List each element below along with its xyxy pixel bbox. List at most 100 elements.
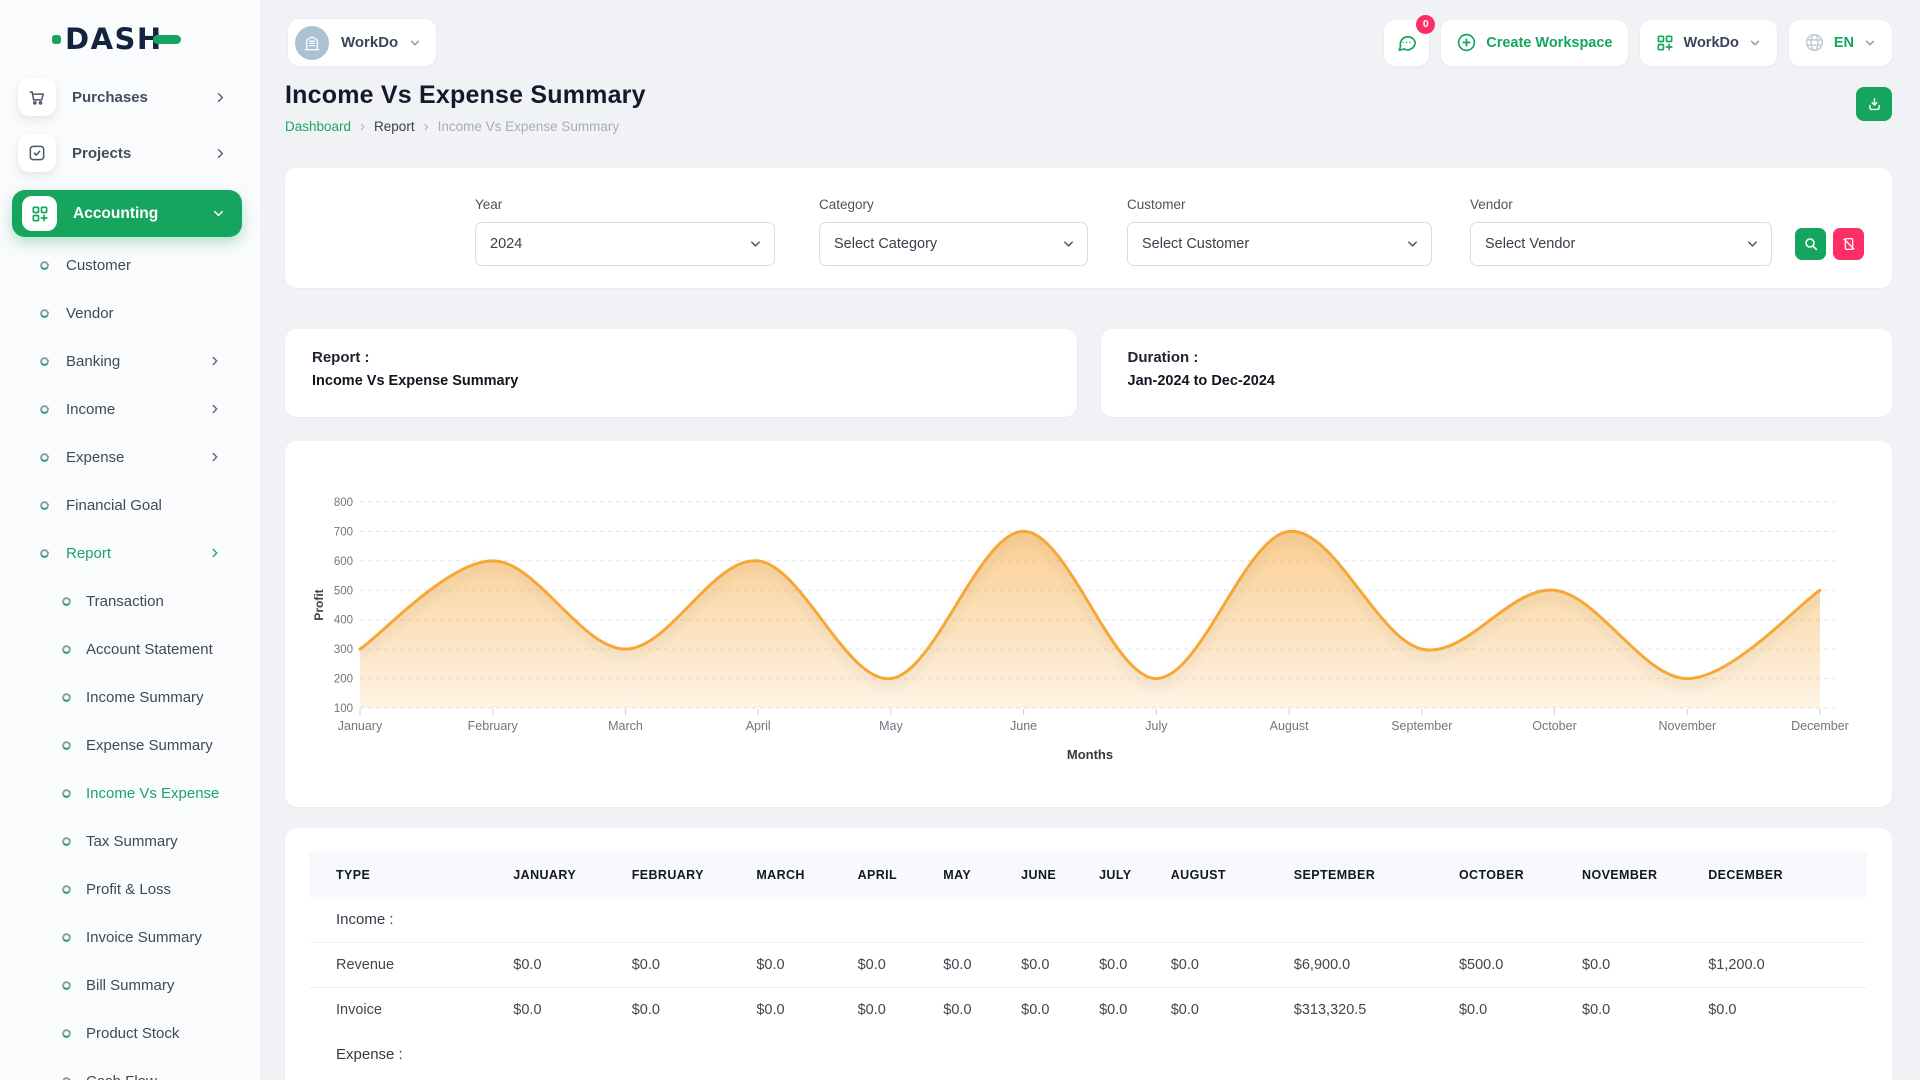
column-header-october: OCTOBER [1451, 852, 1574, 897]
breadcrumb-separator-icon: › [360, 119, 365, 134]
table-section-header: Expense : [309, 1032, 1867, 1077]
sidebar-item-label: Bill Summary [86, 977, 174, 994]
sidebar-item-accounting[interactable]: Accounting [12, 190, 242, 237]
sidebar-item-transaction[interactable]: Transaction [0, 577, 260, 625]
sidebar-item-cash-flow[interactable]: Cash Flow [0, 1057, 260, 1080]
profit-chart-card: 800700600500400300200100JanuaryFebruaryM… [285, 441, 1892, 807]
cell-value: $0.0 [1574, 942, 1700, 987]
brand-logo[interactable]: DASH [0, 0, 260, 56]
cell-value: $0.0 [505, 942, 623, 987]
sidebar-item-label: Expense [66, 449, 124, 466]
search-icon [1803, 236, 1819, 252]
summary-cards: Report : Income Vs Expense Summary Durat… [285, 329, 1892, 417]
sidebar-item-purchases[interactable]: Purchases [18, 78, 234, 116]
main-area: WorkDo 0 Create Workspace [260, 0, 1920, 1080]
sidebar-item-label: Account Statement [86, 641, 213, 658]
clear-filter-icon [1841, 236, 1857, 252]
sidebar-item-income-vs-expense[interactable]: Income Vs Expense [0, 769, 260, 817]
column-header-december: DECEMBER [1700, 852, 1867, 897]
y-tick-label: 100 [334, 703, 353, 715]
create-workspace-button[interactable]: Create Workspace [1441, 20, 1627, 66]
table-section-header: Income : [309, 897, 1867, 942]
income-vs-expense-table: TYPEJANUARYFEBRUARYMARCHAPRILMAYJUNEJULY… [309, 852, 1867, 1077]
cell-value: $313,320.5 [1286, 987, 1451, 1032]
x-axis-title: Months [1067, 747, 1113, 762]
accounting-submenu: Customer VendorBankingIncome Expense Financ… [0, 241, 260, 1080]
sidebar-item-label: Cash Flow [86, 1073, 157, 1080]
sidebar-item-label: Customer [66, 257, 131, 274]
cell-value: $6,900.0 [1286, 942, 1451, 987]
x-tick-label: August [1270, 719, 1309, 733]
sidebar: DASH Purchases Projects Accounting Customer… [0, 0, 260, 1080]
sidebar-item-income-summary[interactable]: Income Summary [0, 673, 260, 721]
sidebar-item-label: Accounting [73, 205, 158, 223]
filter-field-vendor: VendorSelect Vendor [1470, 197, 1772, 266]
bullet-ring-icon [40, 549, 49, 558]
filter-field-category: Category Select Category [819, 197, 1088, 266]
bullet-ring-icon [62, 933, 71, 942]
sidebar-item-bill-summary[interactable]: Bill Summary [0, 961, 260, 1009]
workdo-menu-button[interactable]: WorkDo [1640, 20, 1777, 66]
cell-value: $0.0 [748, 942, 849, 987]
sidebar-item-product-stock[interactable]: Product Stock [0, 1009, 260, 1057]
sidebar-item-income[interactable]: Income [0, 385, 260, 433]
download-button[interactable] [1856, 87, 1892, 121]
customer-select[interactable]: Select Customer [1127, 222, 1432, 266]
year-select[interactable]: 2024 [475, 222, 775, 266]
sidebar-item-tax-summary[interactable]: Tax Summary [0, 817, 260, 865]
sidebar-item-expense[interactable]: Expense [0, 433, 260, 481]
logo-text: DASH [65, 22, 163, 56]
sidebar-item-expense-summary[interactable]: Expense Summary [0, 721, 260, 769]
plus-circle-icon [1456, 32, 1477, 53]
column-header-november: NOVEMBER [1574, 852, 1700, 897]
bullet-ring-icon [62, 837, 71, 846]
bullet-ring-icon [62, 885, 71, 894]
sidebar-item-report[interactable]: Report [0, 529, 260, 577]
section-label: Income : [309, 897, 1867, 942]
sidebar-item-label: Report [66, 545, 111, 562]
x-tick-label: May [879, 719, 903, 733]
chevron-right-icon [213, 90, 228, 105]
sidebar-item-label: Projects [72, 145, 131, 162]
column-header-february: FEBRUARY [624, 852, 749, 897]
breadcrumb-report[interactable]: Report [374, 119, 415, 134]
sidebar-item-label: Tax Summary [86, 833, 178, 850]
breadcrumb-dashboard[interactable]: Dashboard [285, 119, 351, 134]
filter-label: Customer [1127, 197, 1432, 212]
category-select[interactable]: Select Category [819, 222, 1088, 266]
y-tick-label: 400 [334, 615, 353, 627]
sidebar-item-account-statement[interactable]: Account Statement [0, 625, 260, 673]
y-tick-label: 600 [334, 556, 353, 568]
x-tick-label: January [338, 719, 383, 733]
cell-value: $0.0 [505, 987, 623, 1032]
sidebar-item-banking[interactable]: Banking [0, 337, 260, 385]
report-card-title: Report : [312, 349, 1050, 366]
breadcrumb-income-vs-expense-summary: Income Vs Expense Summary [438, 119, 620, 134]
sidebar-item-projects[interactable]: Projects [18, 134, 234, 172]
messages-button[interactable]: 0 [1384, 20, 1429, 66]
table-header-row: TYPEJANUARYFEBRUARYMARCHAPRILMAYJUNEJULY… [309, 852, 1867, 897]
table-row-revenue: Revenue$0.0$0.0$0.0$0.0$0.0$0.0$0.0$0.0$… [309, 942, 1867, 987]
filter-label: Category [819, 197, 1088, 212]
sidebar-item-profit-loss[interactable]: Profit & Loss [0, 865, 260, 913]
vendor-select[interactable]: Select Vendor [1470, 222, 1772, 266]
sidebar-item-financial-goal[interactable]: Financial Goal [0, 481, 260, 529]
column-header-june: JUNE [1013, 852, 1091, 897]
workspace-switcher[interactable]: WorkDo [288, 19, 436, 66]
cell-value: $0.0 [1700, 987, 1867, 1032]
chat-icon [1395, 31, 1418, 54]
sidebar-item-customer[interactable]: Customer [0, 241, 260, 289]
topbar: WorkDo 0 Create Workspace [260, 0, 1920, 72]
chevron-right-icon [208, 546, 222, 560]
column-header-september: SEPTEMBER [1286, 852, 1451, 897]
y-tick-label: 300 [334, 644, 353, 656]
language-button[interactable]: EN [1789, 20, 1892, 66]
sidebar-item-vendor[interactable]: Vendor [0, 289, 260, 337]
cell-value: $0.0 [748, 987, 849, 1032]
x-tick-label: February [468, 719, 519, 733]
cell-value: $0.0 [1574, 987, 1700, 1032]
logo-accent-dot [52, 35, 61, 44]
reset-filter-button[interactable] [1833, 228, 1864, 260]
sidebar-item-invoice-summary[interactable]: Invoice Summary [0, 913, 260, 961]
apply-filter-button[interactable] [1795, 228, 1826, 260]
